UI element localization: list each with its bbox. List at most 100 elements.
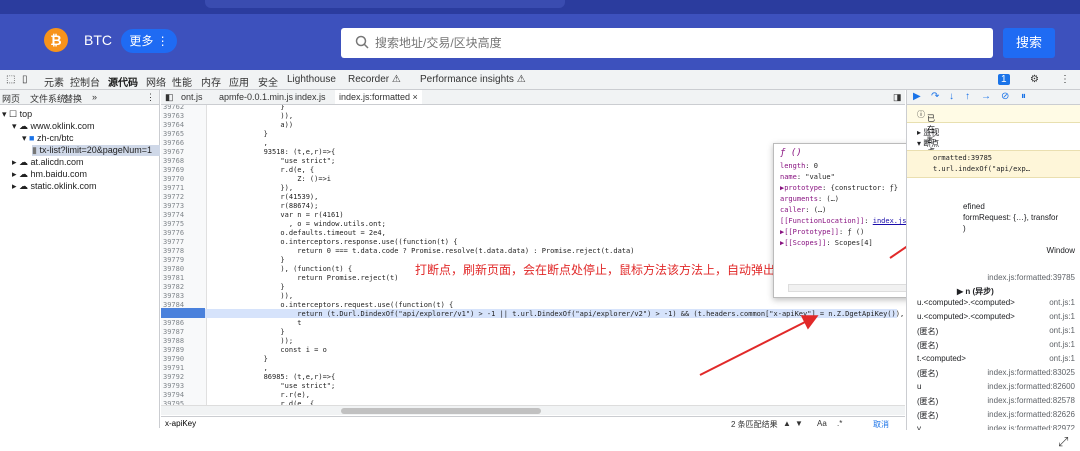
line-number[interactable]: 39770 (161, 175, 201, 183)
line-number[interactable]: 39781 (161, 274, 201, 282)
nav-tab-page[interactable]: 网页 (2, 92, 20, 105)
line-number[interactable]: 39762 (161, 105, 201, 111)
tab-application[interactable]: 应用 (229, 74, 249, 89)
tree-item-txlist[interactable]: ▮ tx-list?limit=20&pageNum=1 (32, 145, 160, 156)
nav-tab-more[interactable]: » (92, 92, 97, 102)
line-number[interactable]: 39775 (161, 220, 201, 228)
line-number[interactable]: 39789 (161, 346, 201, 354)
line-number[interactable]: 39763 (161, 112, 201, 120)
scroll-thumb[interactable] (341, 408, 541, 414)
step-out-icon[interactable]: ↑ (965, 91, 970, 102)
line-number[interactable]: 39787 (161, 328, 201, 336)
line-number[interactable]: 39780 (161, 265, 201, 273)
find-next-icon[interactable]: ▼ (795, 419, 803, 428)
tab-sources[interactable]: 源代码 (108, 74, 138, 89)
find-prev-icon[interactable]: ▲ (783, 419, 791, 428)
line-number[interactable]: 39777 (161, 238, 201, 246)
tab-performance-insights[interactable]: Performance insights ⚠ (420, 74, 526, 85)
find-input[interactable] (165, 418, 465, 429)
tree-item-folder[interactable]: ▾ ■ zh-cn/btc (22, 133, 74, 144)
file-tab-index[interactable]: index.js (295, 92, 326, 102)
line-number[interactable]: 39782 (161, 283, 201, 291)
breakpoint-entry[interactable]: ormatted:39785 t.url.indexOf("api/exp… (907, 150, 1080, 178)
tab-performance[interactable]: 性能 (172, 74, 192, 89)
file-tab-apmfe[interactable]: apmfe-0.0.1.min.js (219, 92, 293, 102)
call-stack-frame[interactable]: (匿名) ont.js:1 (907, 340, 1080, 351)
deactivate-breakpoints-icon[interactable]: ⊘ (1001, 91, 1009, 102)
issues-badge[interactable]: 1 (998, 74, 1010, 85)
call-stack-frame[interactable]: (匿名) index.js:formatted:82578 (907, 396, 1080, 407)
editor-horizontal-scrollbar[interactable] (161, 405, 905, 415)
tab-lighthouse[interactable]: Lighthouse (287, 74, 336, 85)
call-stack-frame[interactable]: (匿名) index.js:formatted:83025 (907, 368, 1080, 379)
breakpoints-section[interactable]: ▾ 断点 (907, 138, 1080, 149)
kebab-menu-icon[interactable]: ⋮ (1060, 74, 1070, 85)
line-number[interactable]: 39786 (161, 319, 201, 327)
line-number[interactable]: 39774 (161, 211, 201, 219)
call-stack-frame[interactable]: u.<computed>.<computed> ont.js:1 (907, 298, 1080, 307)
site-search-button[interactable]: 搜索 (1003, 28, 1055, 58)
more-button[interactable]: 更多 ⋮ (121, 29, 177, 53)
line-number[interactable]: 39764 (161, 121, 201, 129)
nav-tab-overrides[interactable]: 替换 (64, 92, 82, 105)
tree-item-static[interactable]: ▸ ☁ static.oklink.com (12, 181, 97, 192)
tree-item-top[interactable]: ▾ ☐ top (2, 109, 32, 120)
call-stack-frame[interactable]: u.<computed>.<computed> ont.js:1 (907, 312, 1080, 321)
line-number[interactable]: 39772 (161, 193, 201, 201)
tab-elements[interactable]: 元素 (44, 74, 64, 89)
line-number[interactable]: 39765 (161, 130, 201, 138)
step-into-icon[interactable]: ↓ (949, 91, 954, 102)
line-number[interactable]: 39783 (161, 292, 201, 300)
nav-tab-filesystem[interactable]: 文件系统 (30, 92, 66, 105)
line-number[interactable]: 39767 (161, 148, 201, 156)
line-number[interactable]: 39790 (161, 355, 201, 363)
line-number[interactable]: 39771 (161, 184, 201, 192)
site-search-box[interactable] (341, 28, 993, 58)
regex-toggle[interactable]: .* (837, 419, 842, 428)
toggle-navigator-icon[interactable]: ◧ (165, 92, 174, 103)
nav-menu-icon[interactable]: ⋮ (146, 92, 155, 103)
match-case-toggle[interactable]: Aa (817, 419, 827, 428)
file-tab-ont[interactable]: ont.js (181, 92, 203, 102)
line-number[interactable]: 39768 (161, 157, 201, 165)
site-search-input[interactable] (375, 33, 975, 53)
tab-network[interactable]: 网络 (146, 74, 166, 89)
call-stack-frame[interactable]: y index.js:formatted:82972 (907, 424, 1080, 430)
tab-console[interactable]: 控制台 (70, 74, 100, 89)
line-gutter[interactable]: 39762 39763 39764 39765 39766 39767 39768 39769… (161, 105, 207, 405)
call-stack-frame[interactable]: t.<computed> ont.js:1 (907, 354, 1080, 363)
line-number[interactable]: 39773 (161, 202, 201, 210)
toggle-debugger-icon[interactable]: ◨ (893, 92, 902, 103)
device-toggle-icon[interactable]: ▯ (22, 74, 28, 85)
tree-item-oklink[interactable]: ▾ ☁ www.oklink.com (12, 121, 95, 132)
tab-memory[interactable]: 内存 (201, 74, 221, 89)
line-number[interactable]: 39776 (161, 229, 201, 237)
inspect-icon[interactable]: ⬚ (6, 74, 15, 85)
tree-item-alicdn[interactable]: ▸ ☁ at.alicdn.com (12, 157, 84, 168)
line-number[interactable]: 39779 (161, 256, 201, 264)
breakpoint-marker[interactable] (161, 308, 205, 318)
call-stack-frame[interactable]: (匿名) ont.js:1 (907, 326, 1080, 337)
tab-recorder[interactable]: Recorder ⚠ (348, 74, 401, 85)
line-number[interactable]: 39766 (161, 139, 201, 147)
resize-corner-icon[interactable]: ⤢ (1058, 434, 1068, 450)
file-tab-index-formatted[interactable]: index.js:formatted × (335, 90, 422, 104)
call-stack-frame[interactable]: (匿名) index.js:formatted:82626 (907, 410, 1080, 421)
line-number[interactable]: 39778 (161, 247, 201, 255)
gear-icon[interactable]: ⚙ (1030, 74, 1039, 85)
line-number[interactable]: 39794 (161, 391, 201, 399)
step-over-icon[interactable]: ↷ (931, 91, 939, 102)
resume-icon[interactable]: ▶ (913, 91, 921, 102)
watch-section[interactable]: ▸ 监视 (907, 127, 1080, 138)
line-number[interactable]: 39791 (161, 364, 201, 372)
step-icon[interactable]: → (981, 91, 991, 102)
pause-exceptions-icon[interactable]: ⏸ (1021, 91, 1026, 102)
tab-security[interactable]: 安全 (258, 74, 278, 89)
line-number[interactable]: 39788 (161, 337, 201, 345)
line-number[interactable]: 39769 (161, 166, 201, 174)
line-number[interactable]: 39793 (161, 382, 201, 390)
line-number[interactable]: 39792 (161, 373, 201, 381)
call-stack-frame[interactable]: u index.js:formatted:82600 (907, 382, 1080, 391)
find-cancel-button[interactable]: 取消 (873, 419, 889, 430)
tree-item-baidu[interactable]: ▸ ☁ hm.baidu.com (12, 169, 87, 180)
